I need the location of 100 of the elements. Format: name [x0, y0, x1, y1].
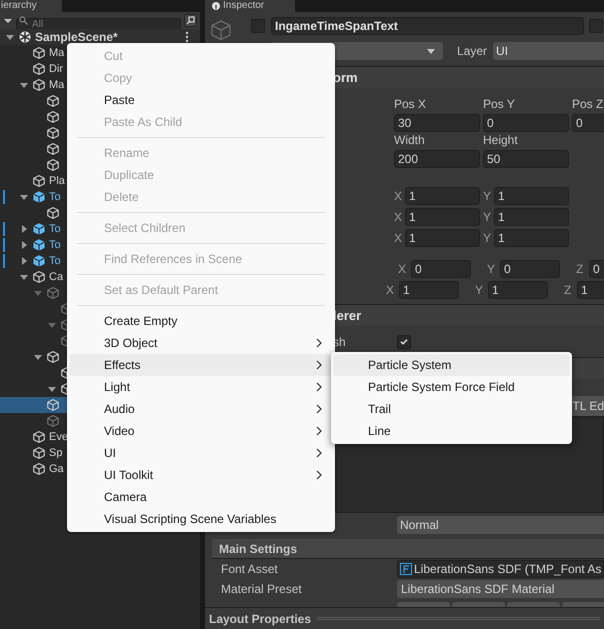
menu-item[interactable]: Light — [69, 376, 333, 398]
font-style-dropdown[interactable]: Normal — [397, 516, 604, 534]
menu-item[interactable]: Camera — [69, 486, 333, 508]
hierarchy-row[interactable]: Ca — [0, 269, 64, 285]
hierarchy-row[interactable]: Eve — [0, 429, 69, 445]
hierarchy-row[interactable]: To — [0, 253, 62, 269]
hierarchy-row[interactable]: Sp — [0, 445, 64, 461]
cube-icon — [33, 271, 45, 283]
object-field[interactable]: LiberationSans SDF (TMP_Font As — [397, 560, 604, 578]
checkbox[interactable] — [397, 335, 411, 349]
static-checkbox[interactable] — [589, 19, 603, 33]
number-field[interactable]: 1 — [405, 186, 480, 204]
number-field[interactable]: 0 — [500, 260, 560, 278]
menu-item[interactable]: Effects — [69, 354, 333, 376]
menu-item[interactable]: Line — [333, 420, 570, 442]
cube-icon — [33, 63, 45, 75]
expand-arrow-icon[interactable] — [34, 289, 42, 297]
number-field[interactable]: 1 — [577, 280, 604, 298]
chevron-right-icon — [316, 404, 322, 414]
prefab-cube-icon — [33, 223, 45, 235]
cube-icon — [47, 399, 59, 411]
cube-icon — [47, 287, 59, 299]
axis-label: Y — [487, 260, 496, 278]
menu-item[interactable]: UI Toolkit — [69, 464, 333, 486]
axis-label: X — [386, 282, 396, 298]
number-field[interactable]: 1 — [494, 208, 569, 226]
field-label: Material Preset — [221, 581, 303, 598]
expand-arrow-icon[interactable] — [20, 81, 28, 89]
name-field[interactable]: IngameTimeSpanText — [271, 17, 584, 35]
expand-arrow-icon[interactable] — [6, 33, 14, 41]
collapse-arrow-icon[interactable] — [20, 241, 28, 249]
preset-dropdown[interactable]: LiberationSans SDF Material — [397, 580, 604, 598]
hierarchy-row[interactable]: Ma — [0, 45, 66, 61]
number-field[interactable]: 1 — [494, 186, 569, 204]
unity-logo-icon — [18, 30, 32, 44]
number-field[interactable]: 1 — [405, 228, 480, 246]
collapse-arrow-icon[interactable] — [20, 225, 28, 233]
expand-arrow-icon[interactable] — [48, 385, 56, 393]
menu-item[interactable]: 3D Object — [69, 332, 333, 354]
axis-label: Z — [576, 260, 584, 278]
layer-dropdown[interactable]: UI — [493, 42, 604, 60]
number-field[interactable]: 1 — [405, 208, 480, 226]
menu-item[interactable]: UI — [69, 442, 333, 464]
number-field[interactable]: 0 — [572, 114, 604, 132]
axis-label: Y — [483, 230, 492, 246]
axis-label: Y — [475, 282, 484, 298]
object-name: To — [49, 222, 61, 237]
collapse-arrow-icon[interactable] — [20, 257, 28, 265]
more-icon[interactable] — [185, 31, 189, 43]
active-checkbox[interactable] — [251, 19, 265, 33]
number-field[interactable]: 1 — [494, 228, 569, 246]
expand-arrow-icon[interactable] — [48, 321, 56, 329]
prefab-cube-icon — [33, 191, 45, 203]
expand-arrow-icon[interactable] — [20, 193, 28, 201]
number-field[interactable]: 50 — [483, 150, 569, 168]
menu-item[interactable]: Audio — [69, 398, 333, 420]
object-name: Pla — [49, 174, 65, 189]
chevron-right-icon — [316, 470, 322, 480]
chevron-right-icon — [316, 426, 322, 436]
hierarchy-row[interactable]: SampleScene* — [0, 29, 200, 45]
check-icon — [400, 339, 408, 345]
menu-item[interactable]: Particle System Force Field — [333, 376, 570, 398]
menu-item[interactable]: Paste — [69, 89, 333, 111]
axis-label: X — [398, 260, 408, 278]
expand-arrow-icon[interactable] — [20, 273, 28, 281]
dropdown-arrow-icon[interactable] — [3, 16, 13, 24]
cube-icon — [47, 351, 59, 363]
field-label: Pos X — [394, 97, 426, 111]
hierarchy-row[interactable]: Dir — [0, 61, 64, 77]
number-field[interactable]: 0 — [411, 260, 471, 278]
field-label: Pos Y — [483, 97, 515, 111]
expand-arrow-icon[interactable] — [34, 353, 42, 361]
cube-icon — [47, 127, 59, 139]
hierarchy-row[interactable]: Pla — [0, 173, 66, 189]
object-name: Eve — [49, 430, 68, 445]
hierarchy-row[interactable]: To — [0, 237, 62, 253]
number-field[interactable]: 200 — [394, 150, 480, 168]
object-name: To — [49, 190, 61, 205]
number-field[interactable]: 0 — [483, 114, 569, 132]
hierarchy-row[interactable]: To — [0, 189, 62, 205]
number-field[interactable]: 0 — [589, 260, 604, 278]
cube-icon — [47, 159, 59, 171]
menu-item[interactable]: Trail — [333, 398, 570, 420]
hierarchy-row[interactable]: Ga — [0, 461, 65, 477]
section-header[interactable]: Main Settings — [219, 540, 298, 558]
number-field[interactable]: 1 — [399, 280, 459, 298]
menu-item[interactable]: Video — [69, 420, 333, 442]
hierarchy-row[interactable]: Ma — [0, 77, 66, 93]
menu-item[interactable]: Particle System — [333, 354, 570, 376]
menu-item[interactable]: Create Empty — [69, 310, 333, 332]
scene-search-icon[interactable] — [184, 14, 197, 27]
hierarchy-row[interactable]: To — [0, 221, 62, 237]
number-field[interactable]: 1 — [488, 280, 548, 298]
cube-icon — [33, 79, 45, 91]
menu-item[interactable]: Visual Scripting Scene Variables — [69, 508, 333, 530]
chevron-right-icon — [316, 448, 322, 458]
hierarchy-tab[interactable]: ierarchy — [0, 0, 62, 12]
section-header[interactable]: Layout Properties — [209, 610, 312, 628]
chevron-right-icon — [316, 382, 322, 392]
number-field[interactable]: 30 — [394, 114, 480, 132]
